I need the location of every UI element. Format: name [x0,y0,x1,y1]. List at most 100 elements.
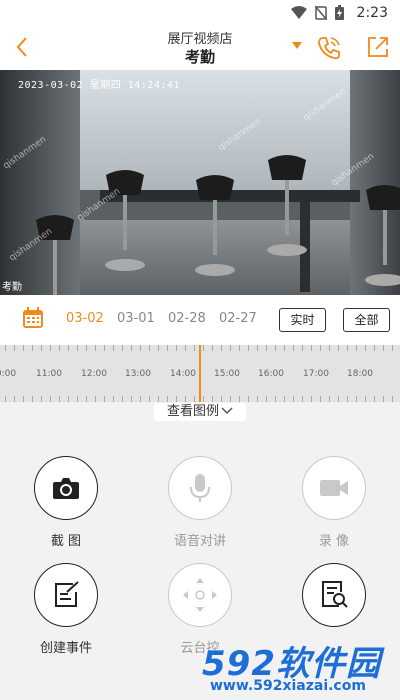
timeline-label: 15:00 [214,369,240,379]
search-records-circle[interactable] [302,563,366,627]
timeline-tick [176,396,177,402]
ptz-control-circle[interactable] [168,563,232,627]
timeline-tick [275,345,276,351]
record-label: 录 像 [318,534,350,549]
timeline-tick [5,396,6,402]
voice-intercom-label: 语音对讲 [173,534,226,549]
timeline-tick [392,396,393,402]
timeline-cursor[interactable] [199,345,201,402]
no-sim-icon [315,5,327,20]
timeline-tick [86,345,87,351]
create-event-circle[interactable] [34,563,98,627]
timeline-tick [113,396,114,402]
bar-stool [195,175,235,276]
timeline-tick [5,345,6,351]
date-tab[interactable]: 03-01 [117,311,168,326]
timeline-tick [248,396,249,402]
timeline-tick [104,345,105,351]
timeline-tick [50,345,51,351]
screenshot-circle[interactable] [34,456,98,520]
timeline-label: 12:00 [81,369,107,379]
timeline-tick [356,345,357,351]
date-tab[interactable]: 02-28 [168,311,219,326]
timeline-tick [212,345,213,351]
app-header: 展厅视频店 考勤 [0,26,400,70]
timeline-tick [347,345,348,351]
camera-icon [53,478,79,499]
timeline-tick [77,345,78,351]
record-button[interactable]: 录 像 [274,456,394,549]
edit-icon [55,581,79,607]
video-player[interactable]: 2023-03-02 星期四 14:24:41 qishanmen qishan… [0,70,400,295]
create-event-button[interactable]: 创建事件 [6,563,126,656]
date-list: 03-02 03-01 02-28 02-27 [66,311,270,326]
timeline-tick [131,345,132,351]
screenshot-button[interactable]: 截 图 [6,456,126,549]
timeline-tick [284,345,285,351]
voice-intercom-circle[interactable] [168,456,232,520]
timeline-tick [383,396,384,402]
camera-dropdown-icon[interactable] [292,42,302,49]
timeline-label: 17:00 [303,369,329,379]
date-tab[interactable]: 03-02 [66,311,117,326]
timeline-tick [86,396,87,402]
bar-stool [36,215,74,295]
timeline-label: 16:00 [258,369,284,379]
date-bar: 03-02 03-01 02-28 02-27 实时 全部 [0,295,400,345]
timeline-tick [23,345,24,351]
bar-stool [365,185,400,286]
timeline-tick [347,396,348,402]
bar-stool [267,155,307,256]
date-tab[interactable]: 02-27 [219,311,270,326]
timeline-tick [329,345,330,351]
timeline-tick [149,396,150,402]
share-icon[interactable] [366,35,390,59]
bar-stool [105,170,145,271]
timeline-tick [194,345,195,351]
video-record-icon [320,480,348,496]
timeline-tick [194,396,195,402]
timeline-tick [320,396,321,402]
calendar-icon[interactable] [22,307,44,329]
timeline-tick [68,396,69,402]
timeline-tick [329,396,330,402]
status-bar: 2:23 [0,0,400,26]
all-button[interactable]: 全部 [343,308,390,332]
timeline-tick [68,345,69,351]
timeline-tick [230,396,231,402]
timeline-tick [32,345,33,351]
ptz-control-icon [183,578,217,612]
timeline-tick [41,345,42,351]
timeline-tick [275,396,276,402]
timeline-tick [284,396,285,402]
view-legend-button[interactable]: 查看图例 [154,403,246,421]
timeline-tick [185,396,186,402]
timeline-tick [239,396,240,402]
chevron-down-icon [221,407,233,415]
timeline-tick [104,396,105,402]
timeline-tick [122,345,123,351]
live-button[interactable]: 实时 [279,308,326,332]
record-circle[interactable] [302,456,366,520]
timeline-tick [365,345,366,351]
phone-call-icon[interactable] [316,35,342,61]
timeline-tick [302,396,303,402]
search-records-button[interactable] [274,563,394,637]
timeline-tick [239,345,240,351]
screenshot-label: 截 图 [50,534,82,549]
timeline-tick [176,345,177,351]
timeline-tick [59,345,60,351]
wifi-icon [291,5,307,19]
timeline-label: 18:00 [347,369,373,379]
timeline-tick [257,396,258,402]
timeline-tick [140,396,141,402]
timeline-tick [311,345,312,351]
timeline-tick [41,396,42,402]
timeline-tick [59,396,60,402]
timeline-tick [32,396,33,402]
search-document-icon [322,581,348,608]
voice-intercom-button[interactable]: 语音对讲 [140,456,260,549]
timeline-tick [50,396,51,402]
timeline-tick [356,396,357,402]
timeline-tick [374,396,375,402]
